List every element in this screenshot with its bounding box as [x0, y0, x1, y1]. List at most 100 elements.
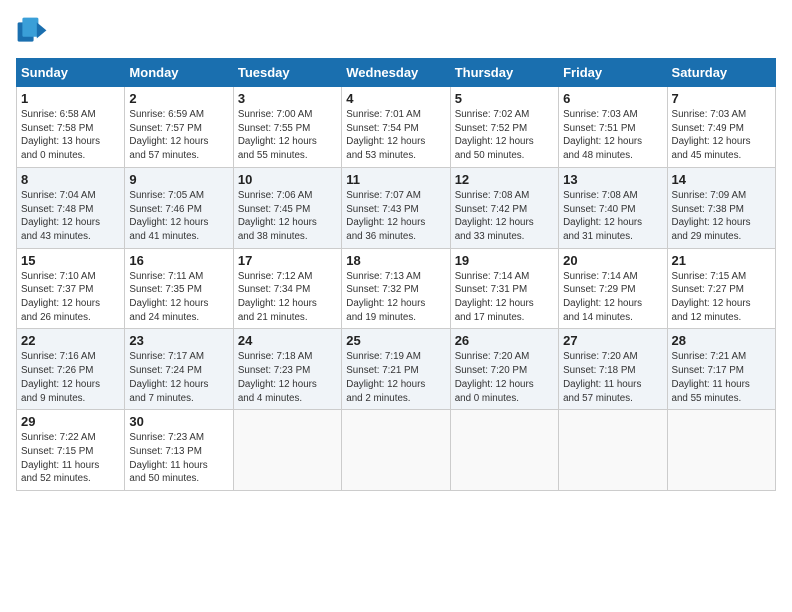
calendar-day-cell: 13 Sunrise: 7:08 AM Sunset: 7:40 PM Dayli…	[559, 167, 667, 248]
calendar-day-cell	[559, 410, 667, 491]
day-info: Sunrise: 7:10 AM Sunset: 7:37 PM Dayligh…	[21, 270, 120, 325]
calendar-table: SundayMondayTuesdayWednesdayThursdayFrid…	[16, 58, 776, 491]
calendar-day-cell: 12 Sunrise: 7:08 AM Sunset: 7:42 PM Dayli…	[450, 167, 558, 248]
calendar-day-cell: 15 Sunrise: 7:10 AM Sunset: 7:37 PM Dayli…	[17, 248, 125, 329]
day-info: Sunrise: 6:59 AM Sunset: 7:57 PM Dayligh…	[129, 108, 228, 163]
calendar-day-cell: 16 Sunrise: 7:11 AM Sunset: 7:35 PM Dayli…	[125, 248, 233, 329]
day-number: 5	[455, 91, 554, 106]
day-number: 6	[563, 91, 662, 106]
page-header	[16, 16, 776, 48]
day-number: 28	[672, 333, 771, 348]
day-info: Sunrise: 7:00 AM Sunset: 7:55 PM Dayligh…	[238, 108, 337, 163]
day-number: 13	[563, 172, 662, 187]
day-number: 23	[129, 333, 228, 348]
day-number: 19	[455, 253, 554, 268]
calendar-day-cell: 7 Sunrise: 7:03 AM Sunset: 7:49 PM Daylig…	[667, 87, 775, 168]
day-number: 11	[346, 172, 445, 187]
weekday-header: Friday	[559, 59, 667, 87]
weekday-header-row: SundayMondayTuesdayWednesdayThursdayFrid…	[17, 59, 776, 87]
day-number: 25	[346, 333, 445, 348]
day-info: Sunrise: 6:58 AM Sunset: 7:58 PM Dayligh…	[21, 108, 120, 163]
day-info: Sunrise: 7:07 AM Sunset: 7:43 PM Dayligh…	[346, 189, 445, 244]
calendar-day-cell: 27 Sunrise: 7:20 AM Sunset: 7:18 PM Dayli…	[559, 329, 667, 410]
day-info: Sunrise: 7:09 AM Sunset: 7:38 PM Dayligh…	[672, 189, 771, 244]
day-number: 17	[238, 253, 337, 268]
day-number: 21	[672, 253, 771, 268]
day-info: Sunrise: 7:08 AM Sunset: 7:40 PM Dayligh…	[563, 189, 662, 244]
day-info: Sunrise: 7:22 AM Sunset: 7:15 PM Dayligh…	[21, 431, 120, 486]
calendar-day-cell: 9 Sunrise: 7:05 AM Sunset: 7:46 PM Daylig…	[125, 167, 233, 248]
calendar-day-cell	[667, 410, 775, 491]
calendar-day-cell: 26 Sunrise: 7:20 AM Sunset: 7:20 PM Dayli…	[450, 329, 558, 410]
day-number: 18	[346, 253, 445, 268]
calendar-day-cell: 4 Sunrise: 7:01 AM Sunset: 7:54 PM Daylig…	[342, 87, 450, 168]
day-info: Sunrise: 7:19 AM Sunset: 7:21 PM Dayligh…	[346, 350, 445, 405]
day-number: 2	[129, 91, 228, 106]
day-info: Sunrise: 7:20 AM Sunset: 7:20 PM Dayligh…	[455, 350, 554, 405]
calendar-day-cell: 2 Sunrise: 6:59 AM Sunset: 7:57 PM Daylig…	[125, 87, 233, 168]
calendar-day-cell: 3Sunrise: 7:00 AM Sunset: 7:55 PM Daylig…	[233, 87, 341, 168]
calendar-day-cell: 17 Sunrise: 7:12 AM Sunset: 7:34 PM Dayli…	[233, 248, 341, 329]
day-info: Sunrise: 7:16 AM Sunset: 7:26 PM Dayligh…	[21, 350, 120, 405]
calendar-day-cell: 23 Sunrise: 7:17 AM Sunset: 7:24 PM Dayli…	[125, 329, 233, 410]
weekday-header: Wednesday	[342, 59, 450, 87]
day-info: Sunrise: 7:03 AM Sunset: 7:49 PM Dayligh…	[672, 108, 771, 163]
calendar-day-cell	[342, 410, 450, 491]
day-number: 4	[346, 91, 445, 106]
day-number: 8	[21, 172, 120, 187]
day-info: Sunrise: 7:20 AM Sunset: 7:18 PM Dayligh…	[563, 350, 662, 405]
calendar-day-cell: 1 Sunrise: 6:58 AM Sunset: 7:58 PM Daylig…	[17, 87, 125, 168]
calendar-day-cell: 6 Sunrise: 7:03 AM Sunset: 7:51 PM Daylig…	[559, 87, 667, 168]
logo-icon	[16, 16, 48, 48]
day-number: 24	[238, 333, 337, 348]
day-info: Sunrise: 7:05 AM Sunset: 7:46 PM Dayligh…	[129, 189, 228, 244]
calendar-day-cell: 11 Sunrise: 7:07 AM Sunset: 7:43 PM Dayli…	[342, 167, 450, 248]
day-number: 30	[129, 414, 228, 429]
calendar-day-cell: 18Sunrise: 7:13 AM Sunset: 7:32 PM Dayli…	[342, 248, 450, 329]
day-info: Sunrise: 7:15 AM Sunset: 7:27 PM Dayligh…	[672, 270, 771, 325]
calendar-week-row: 1 Sunrise: 6:58 AM Sunset: 7:58 PM Daylig…	[17, 87, 776, 168]
calendar-day-cell: 21 Sunrise: 7:15 AM Sunset: 7:27 PM Dayli…	[667, 248, 775, 329]
calendar-day-cell: 8 Sunrise: 7:04 AM Sunset: 7:48 PM Daylig…	[17, 167, 125, 248]
weekday-header: Thursday	[450, 59, 558, 87]
calendar-day-cell: 24 Sunrise: 7:18 AM Sunset: 7:23 PM Dayli…	[233, 329, 341, 410]
calendar-day-cell: 14 Sunrise: 7:09 AM Sunset: 7:38 PM Dayli…	[667, 167, 775, 248]
day-info: Sunrise: 7:06 AM Sunset: 7:45 PM Dayligh…	[238, 189, 337, 244]
day-number: 26	[455, 333, 554, 348]
day-number: 16	[129, 253, 228, 268]
day-number: 20	[563, 253, 662, 268]
calendar-day-cell: 28 Sunrise: 7:21 AM Sunset: 7:17 PM Dayli…	[667, 329, 775, 410]
calendar-day-cell: 30 Sunrise: 7:23 AM Sunset: 7:13 PM Dayli…	[125, 410, 233, 491]
day-info: Sunrise: 7:18 AM Sunset: 7:23 PM Dayligh…	[238, 350, 337, 405]
day-info: Sunrise: 7:04 AM Sunset: 7:48 PM Dayligh…	[21, 189, 120, 244]
day-number: 14	[672, 172, 771, 187]
day-info: Sunrise: 7:08 AM Sunset: 7:42 PM Dayligh…	[455, 189, 554, 244]
day-number: 29	[21, 414, 120, 429]
day-info: Sunrise: 7:02 AM Sunset: 7:52 PM Dayligh…	[455, 108, 554, 163]
day-number: 9	[129, 172, 228, 187]
calendar-day-cell: 20Sunrise: 7:14 AM Sunset: 7:29 PM Dayli…	[559, 248, 667, 329]
day-number: 12	[455, 172, 554, 187]
day-info: Sunrise: 7:14 AM Sunset: 7:31 PM Dayligh…	[455, 270, 554, 325]
calendar-day-cell: 10 Sunrise: 7:06 AM Sunset: 7:45 PM Dayli…	[233, 167, 341, 248]
day-info: Sunrise: 7:21 AM Sunset: 7:17 PM Dayligh…	[672, 350, 771, 405]
calendar-day-cell: 5 Sunrise: 7:02 AM Sunset: 7:52 PM Daylig…	[450, 87, 558, 168]
day-number: 7	[672, 91, 771, 106]
day-info: Sunrise: 7:12 AM Sunset: 7:34 PM Dayligh…	[238, 270, 337, 325]
day-info: Sunrise: 7:23 AM Sunset: 7:13 PM Dayligh…	[129, 431, 228, 486]
day-number: 1	[21, 91, 120, 106]
weekday-header: Monday	[125, 59, 233, 87]
day-number: 22	[21, 333, 120, 348]
calendar-day-cell: 19 Sunrise: 7:14 AM Sunset: 7:31 PM Dayli…	[450, 248, 558, 329]
weekday-header: Saturday	[667, 59, 775, 87]
weekday-header: Tuesday	[233, 59, 341, 87]
calendar-week-row: 22 Sunrise: 7:16 AM Sunset: 7:26 PM Dayli…	[17, 329, 776, 410]
day-info: Sunrise: 7:11 AM Sunset: 7:35 PM Dayligh…	[129, 270, 228, 325]
day-info: Sunrise: 7:03 AM Sunset: 7:51 PM Dayligh…	[563, 108, 662, 163]
day-number: 10	[238, 172, 337, 187]
day-number: 27	[563, 333, 662, 348]
day-number: 15	[21, 253, 120, 268]
day-info: Sunrise: 7:01 AM Sunset: 7:54 PM Dayligh…	[346, 108, 445, 163]
day-info: Sunrise: 7:17 AM Sunset: 7:24 PM Dayligh…	[129, 350, 228, 405]
calendar-day-cell: 29 Sunrise: 7:22 AM Sunset: 7:15 PM Dayli…	[17, 410, 125, 491]
